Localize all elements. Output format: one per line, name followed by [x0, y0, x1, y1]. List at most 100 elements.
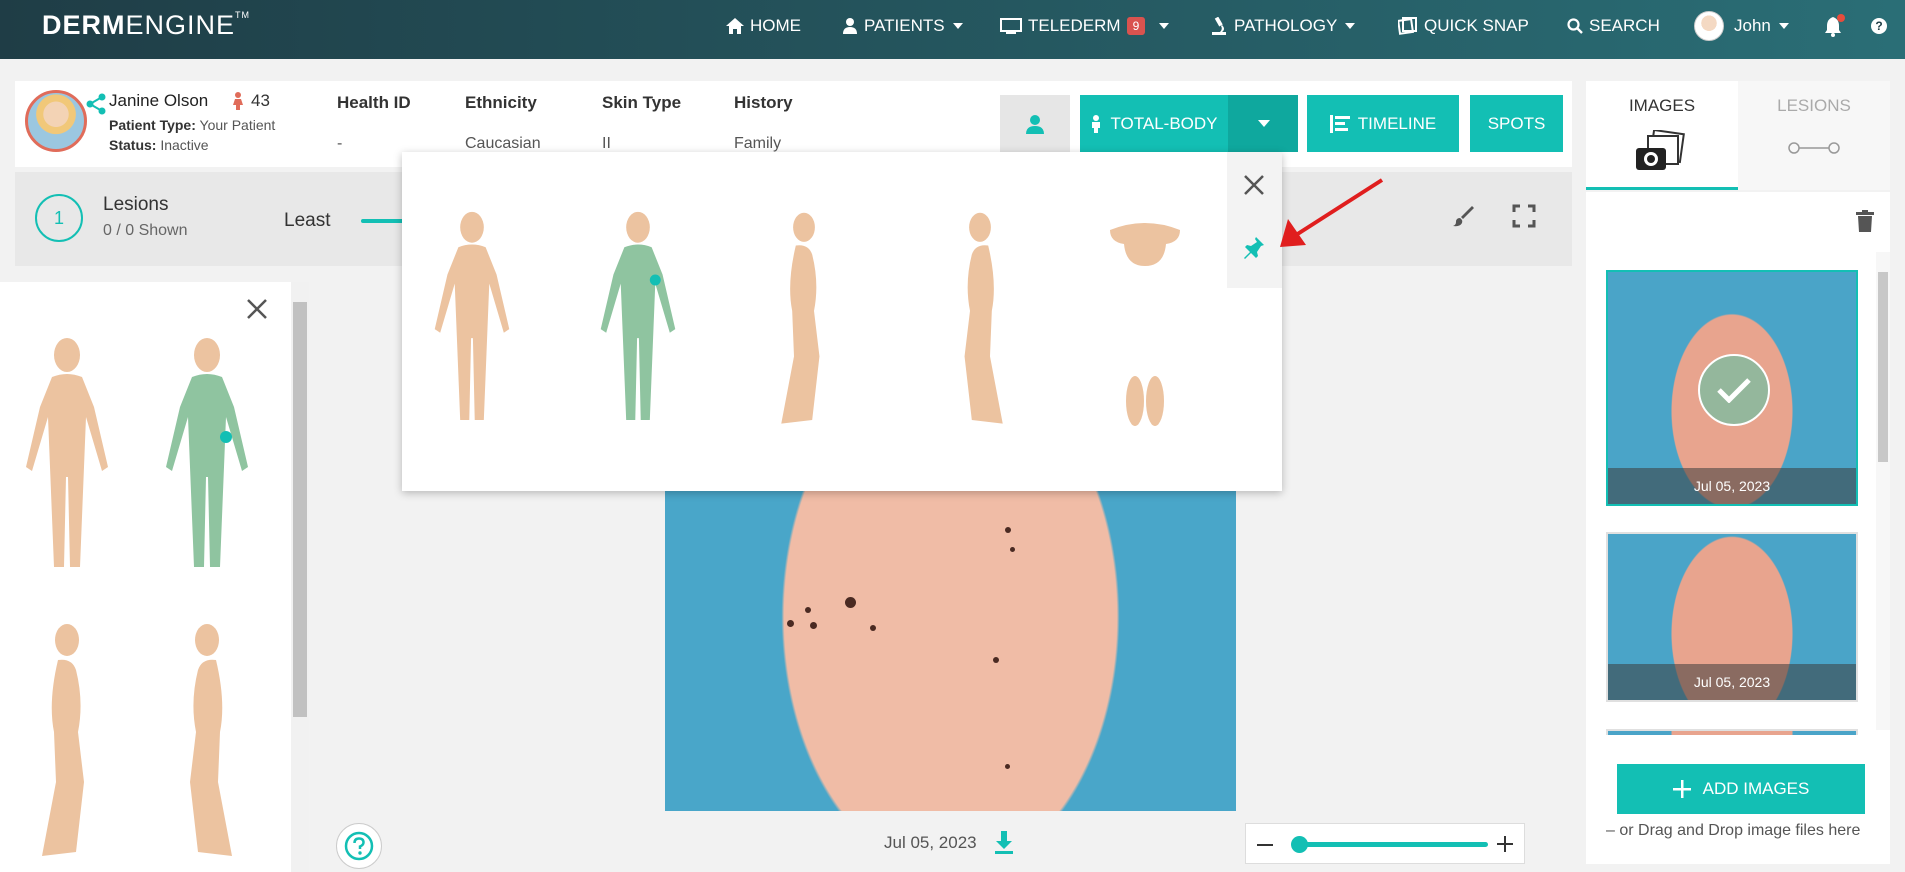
fullscreen-icon[interactable]	[1512, 204, 1536, 228]
telederm-badge: 9	[1126, 17, 1146, 35]
body-icon	[1092, 114, 1101, 133]
mole-spot	[993, 657, 999, 663]
quick-snap-icon	[1398, 17, 1417, 35]
least-label: Least	[284, 210, 331, 231]
question-circle-icon	[344, 831, 374, 861]
mole-spot	[870, 625, 876, 631]
patient-type: Patient Type: Your Patient	[109, 117, 276, 133]
selected-check-icon	[1698, 354, 1770, 426]
images-panel: Jul 05, 2023 Jul 05, 2023 ADD IMAGES – o…	[1586, 192, 1890, 864]
image-thumbnail-partial[interactable]	[1606, 729, 1858, 735]
right-panel-tabs: IMAGES LESIONS	[1586, 81, 1890, 190]
help-button[interactable]	[336, 823, 382, 869]
thumbnail-date: Jul 05, 2023	[1608, 664, 1856, 700]
share-icon[interactable]	[85, 93, 107, 115]
help-icon: ?	[1871, 18, 1887, 34]
search-icon	[1567, 18, 1583, 34]
spots-button[interactable]: SPOTS	[1470, 95, 1563, 152]
mole-spot	[1010, 547, 1015, 552]
image-thumbnail[interactable]: Jul 05, 2023	[1606, 532, 1858, 702]
mole-spot	[810, 622, 817, 629]
zoom-control	[1245, 823, 1525, 864]
tab-images[interactable]: IMAGES	[1586, 81, 1738, 190]
pin-icon[interactable]	[1243, 236, 1265, 260]
patients-icon	[843, 18, 857, 34]
mole-spot	[805, 607, 811, 613]
microscope-icon	[1212, 17, 1226, 35]
skin-type-label: Skin Type	[602, 93, 682, 112]
notifications-button[interactable]	[1824, 14, 1845, 38]
tab-lesions[interactable]: LESIONS	[1738, 81, 1890, 190]
body-view-popup	[402, 152, 1282, 491]
add-images-button[interactable]: ADD IMAGES	[1617, 764, 1865, 814]
timeline-button[interactable]: TIMELINE	[1307, 95, 1459, 152]
home-icon	[726, 18, 744, 34]
thumbnail-date: Jul 05, 2023	[1608, 468, 1856, 504]
skin-type-value: II	[602, 135, 611, 152]
body-front-figure[interactable]	[12, 337, 122, 577]
notification-dot	[1837, 14, 1845, 22]
telederm-icon	[1000, 18, 1022, 34]
chevron-down-icon	[1258, 120, 1270, 127]
patient-profile-button[interactable]	[1000, 95, 1070, 152]
body-left-side-figure[interactable]	[12, 622, 122, 862]
timeline-icon	[1329, 114, 1350, 133]
close-icon[interactable]	[1243, 174, 1265, 196]
nav-home[interactable]: HOME	[726, 15, 801, 37]
chevron-down-icon	[952, 23, 963, 29]
brush-icon[interactable]	[1452, 204, 1476, 228]
user-avatar	[1694, 11, 1724, 41]
ethnicity-label: Ethnicity	[465, 93, 537, 112]
sidebar-scrollbar-thumb[interactable]	[293, 302, 307, 717]
top-navbar: DERMENGINETM HOME PATIENTS TELEDERM 9 PA…	[0, 0, 1905, 59]
main-skin-image[interactable]	[665, 487, 1236, 811]
nav-quick-snap[interactable]: QUICK SNAP	[1398, 15, 1529, 37]
patient-name[interactable]: Janine Olson	[109, 91, 208, 111]
health-id-label: Health ID	[337, 93, 411, 112]
popup-body-left-side[interactable]	[754, 170, 854, 470]
trash-icon[interactable]	[1856, 210, 1874, 232]
mole-spot	[1005, 527, 1011, 533]
popup-head-top-view[interactable]	[1106, 220, 1184, 270]
nav-search[interactable]: SEARCH	[1567, 15, 1660, 37]
zoom-slider-handle[interactable]	[1291, 836, 1308, 853]
mole-spot	[845, 597, 856, 608]
lesions-shown-count: 0 / 0 Shown	[103, 222, 188, 239]
nav-user-menu[interactable]: John	[1694, 11, 1789, 41]
body-map-sidebar	[0, 282, 309, 872]
body-right-side-figure[interactable]	[152, 622, 262, 862]
total-body-button[interactable]: TOTAL-BODY	[1080, 95, 1228, 152]
history-value: Family	[734, 135, 782, 152]
history-label: History	[734, 93, 793, 112]
images-scrollbar-thumb[interactable]	[1878, 272, 1888, 462]
popup-body-right-side[interactable]	[930, 170, 1030, 470]
nav-patients[interactable]: PATIENTS	[842, 15, 963, 37]
lesion-count-badge: 1	[35, 194, 83, 242]
camera-photos-icon	[1636, 128, 1685, 170]
patient-age: 43	[233, 91, 270, 111]
mole-spot	[1005, 764, 1010, 769]
download-icon[interactable]	[994, 831, 1014, 855]
nav-pathology[interactable]: PATHOLOGY	[1210, 15, 1356, 37]
zoom-slider-track[interactable]	[1298, 842, 1488, 847]
chevron-down-icon	[1778, 23, 1789, 29]
main-image-date: Jul 05, 2023	[884, 833, 977, 852]
nav-telederm[interactable]: TELEDERM 9	[1000, 15, 1170, 37]
total-body-dropdown[interactable]	[1228, 95, 1298, 152]
female-icon	[233, 92, 243, 110]
body-back-figure-selected[interactable]	[152, 337, 262, 577]
zoom-in-icon[interactable]	[1496, 835, 1514, 853]
close-icon[interactable]	[246, 298, 268, 320]
help-menu-button[interactable]: ?	[1871, 15, 1887, 37]
popup-body-front[interactable]	[422, 170, 522, 470]
brand-logo[interactable]: DERMENGINETM	[42, 10, 250, 41]
person-icon	[1026, 114, 1044, 134]
lesions-title: Lesions	[103, 194, 169, 215]
image-thumbnail[interactable]: Jul 05, 2023	[1606, 270, 1858, 506]
zoom-out-icon[interactable]	[1256, 836, 1274, 854]
popup-body-back-selected[interactable]	[588, 170, 688, 470]
chevron-down-icon	[1345, 23, 1356, 29]
popup-feet-soles-view[interactable]	[1124, 374, 1166, 428]
health-id-value: -	[337, 135, 343, 152]
patient-avatar[interactable]	[25, 90, 87, 152]
